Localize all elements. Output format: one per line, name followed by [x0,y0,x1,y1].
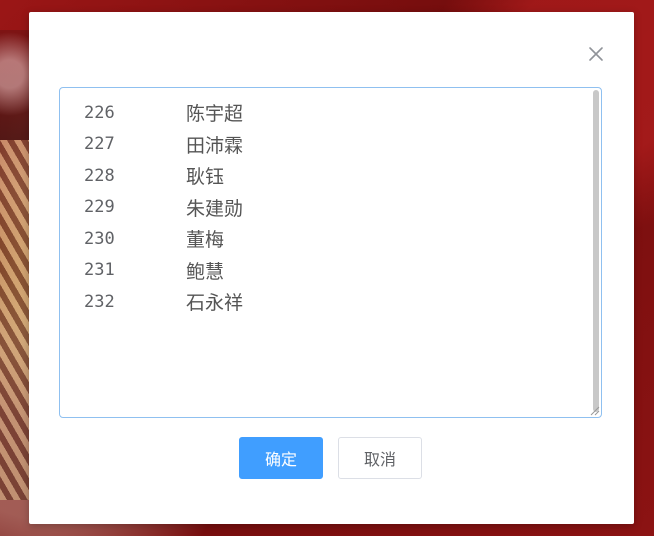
button-row: 确定 取消 [239,437,422,479]
confirm-button[interactable]: 确定 [239,437,323,479]
list-item: 230 董梅 [84,223,243,255]
item-number: 229 [84,197,115,218]
item-number: 231 [84,260,115,281]
list-item: 232 石永祥 [84,286,243,318]
dialog: 226 陈宇超 227 田沛霖 228 耿钰 229 朱建勋 230 董梅 23… [29,12,634,524]
close-button[interactable] [584,42,608,66]
close-icon [589,47,603,61]
list-item: 229 朱建勋 [84,192,243,224]
item-number: 232 [84,291,115,312]
item-name: 董梅 [186,229,225,252]
item-name: 石永祥 [186,292,244,315]
item-name: 鲍慧 [186,260,225,283]
item-name: 田沛霖 [186,134,244,157]
item-number: 228 [84,165,115,186]
list-rows: 226 陈宇超 227 田沛霖 228 耿钰 229 朱建勋 230 董梅 23… [84,97,243,318]
cancel-button[interactable]: 取消 [338,437,422,479]
scrollbar[interactable] [593,90,599,412]
list-item: 228 耿钰 [84,160,243,192]
list-item: 231 鲍慧 [84,255,243,287]
item-name: 朱建勋 [186,197,244,220]
list-item: 226 陈宇超 [84,97,243,129]
item-number: 227 [84,134,115,155]
item-number: 226 [84,102,115,123]
resize-grip-icon[interactable] [590,406,600,416]
item-number: 230 [84,228,115,249]
item-name: 耿钰 [186,166,225,189]
text-area[interactable]: 226 陈宇超 227 田沛霖 228 耿钰 229 朱建勋 230 董梅 23… [59,87,602,418]
list-item: 227 田沛霖 [84,129,243,161]
item-name: 陈宇超 [186,103,244,126]
